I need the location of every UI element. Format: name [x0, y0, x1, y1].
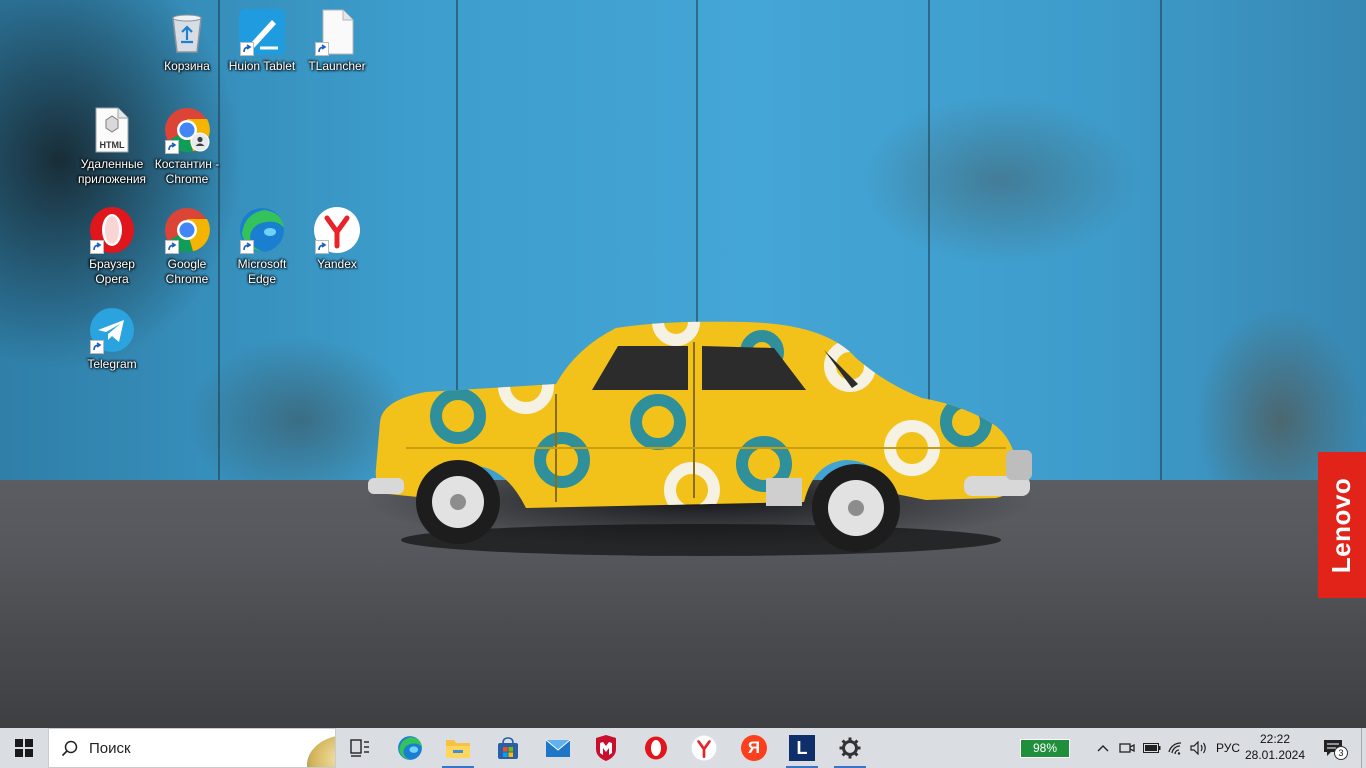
taskbar-app-mail[interactable] — [534, 728, 582, 768]
camera-icon — [1119, 743, 1135, 753]
show-hidden-icons-button[interactable] — [1092, 728, 1114, 768]
edge-icon — [398, 736, 422, 760]
windows-logo-icon — [15, 739, 33, 757]
show-desktop-button[interactable] — [1361, 728, 1366, 768]
taskbar-app-opera[interactable] — [632, 728, 680, 768]
yandex-icon — [313, 206, 361, 254]
shortcut-arrow-icon — [165, 140, 179, 154]
desktop-icon-label: Yandex — [317, 257, 357, 271]
shortcut-arrow-icon — [90, 240, 104, 254]
task-view-button[interactable] — [336, 728, 384, 768]
clock-time: 22:22 — [1259, 732, 1291, 746]
desktop-icon-chrome-profile[interactable]: Костантин - Chrome — [149, 106, 225, 187]
desktop-icon-yandex[interactable]: Yandex — [299, 206, 375, 272]
notification-icon: 3 — [1323, 739, 1348, 760]
shortcut-arrow-icon — [165, 240, 179, 254]
opera-icon — [645, 736, 667, 760]
taskbar-app-mcafee[interactable] — [582, 728, 630, 768]
shortcut-arrow-icon — [315, 42, 329, 56]
taskbar-search-box[interactable]: Поиск — [48, 728, 336, 768]
desktop-icon-removed-apps[interactable]: HTML Удаленные приложения — [74, 106, 150, 187]
speaker-icon — [1190, 741, 1206, 755]
tray-network-button[interactable] — [1164, 728, 1188, 768]
opera-icon — [88, 206, 136, 254]
input-language: РУС — [1215, 741, 1241, 755]
desktop-icon-tlauncher[interactable]: TLauncher — [299, 8, 375, 74]
desktop-icon-telegram[interactable]: Telegram — [74, 306, 150, 372]
mail-icon — [545, 739, 571, 757]
taskbar-app-store[interactable] — [484, 728, 532, 768]
search-placeholder: Поиск — [89, 740, 131, 757]
folder-icon — [446, 740, 470, 758]
taskbar-app-yandex-browser[interactable] — [680, 728, 728, 768]
lenovo-brand-tab: Lenovo — [1318, 452, 1366, 598]
desktop-icon-opera[interactable]: Браузер Opera — [74, 206, 150, 287]
desktop-icon-microsoft-edge[interactable]: Microsoft Edge — [224, 206, 300, 287]
search-icon — [61, 740, 78, 757]
shortcut-arrow-icon — [90, 340, 104, 354]
l-app-icon: L — [789, 735, 815, 761]
taskbar-app-edge[interactable] — [386, 728, 434, 768]
taskbar-app-settings[interactable] — [826, 728, 874, 768]
tray-clock[interactable]: 22:22 28.01.2024 — [1244, 731, 1306, 763]
search-highlight-image — [307, 735, 335, 767]
action-center-button[interactable]: 3 — [1316, 728, 1350, 768]
chrome-icon — [163, 106, 211, 154]
chevron-up-icon — [1097, 745, 1109, 752]
chrome-icon — [163, 206, 211, 254]
taskbar-app-file-explorer[interactable] — [434, 728, 482, 768]
taskbar-app-yandex[interactable]: Я — [730, 728, 778, 768]
tray-language-button[interactable]: РУС — [1212, 728, 1244, 768]
blank-file-icon — [313, 8, 361, 56]
tray-battery-button[interactable] — [1140, 728, 1164, 768]
tray-camera-button[interactable] — [1116, 728, 1138, 768]
desktop-icon-label: Удаленные приложения — [77, 157, 147, 186]
shortcut-arrow-icon — [240, 240, 254, 254]
wall-seam — [1160, 0, 1162, 490]
desktop-icon-label: TLauncher — [308, 59, 366, 73]
yellow-car-illustration — [368, 321, 1032, 556]
desktop-icon-label: Костантин - Chrome — [154, 157, 220, 186]
desktop-icon-recycle-bin[interactable]: Корзина — [149, 8, 225, 74]
mcafee-icon — [596, 735, 616, 761]
html-file-icon: HTML — [88, 106, 136, 154]
battery-icon — [1143, 743, 1161, 753]
desktop-icon-label: Microsoft Edge — [237, 257, 287, 286]
start-button[interactable] — [0, 728, 48, 768]
desktop: Lenovo Корзина Huion Tablet TLauncher HT… — [0, 0, 1366, 728]
desktop-icon-label: Корзина — [164, 59, 210, 73]
desktop-icon-google-chrome[interactable]: Google Chrome — [149, 206, 225, 287]
yandex-icon — [691, 735, 717, 761]
desktop-icon-label: Браузер Opera — [89, 257, 135, 286]
desktop-icon-label: Telegram — [87, 357, 137, 371]
notification-count-badge: 3 — [1334, 746, 1348, 760]
desktop-icon-huion-tablet[interactable]: Huion Tablet — [224, 8, 300, 74]
lenovo-brand-text: Lenovo — [1326, 477, 1357, 573]
wifi-icon — [1168, 742, 1182, 755]
shortcut-arrow-icon — [240, 42, 254, 56]
edge-icon — [238, 206, 286, 254]
shortcut-arrow-icon — [315, 240, 329, 254]
clock-date: 28.01.2024 — [1244, 748, 1306, 762]
battery-percentage-widget[interactable]: 98% — [1020, 739, 1070, 758]
desktop-icon-label: Huion Tablet — [228, 59, 296, 73]
ya-icon-letter: Я — [747, 738, 761, 757]
gear-icon — [839, 737, 861, 759]
html-file-badge: HTML — [100, 140, 125, 150]
desktop-icon-label: Google Chrome — [165, 257, 209, 286]
l-app-icon-letter: L — [796, 738, 808, 758]
ya-icon: Я — [741, 735, 767, 761]
task-view-icon — [350, 739, 369, 757]
telegram-icon — [88, 306, 136, 354]
taskbar-app-l[interactable]: L — [778, 728, 826, 768]
huion-tablet-icon — [238, 8, 286, 56]
recycle-bin-icon — [163, 8, 211, 56]
tray-volume-button[interactable] — [1188, 728, 1210, 768]
store-icon — [498, 737, 518, 759]
